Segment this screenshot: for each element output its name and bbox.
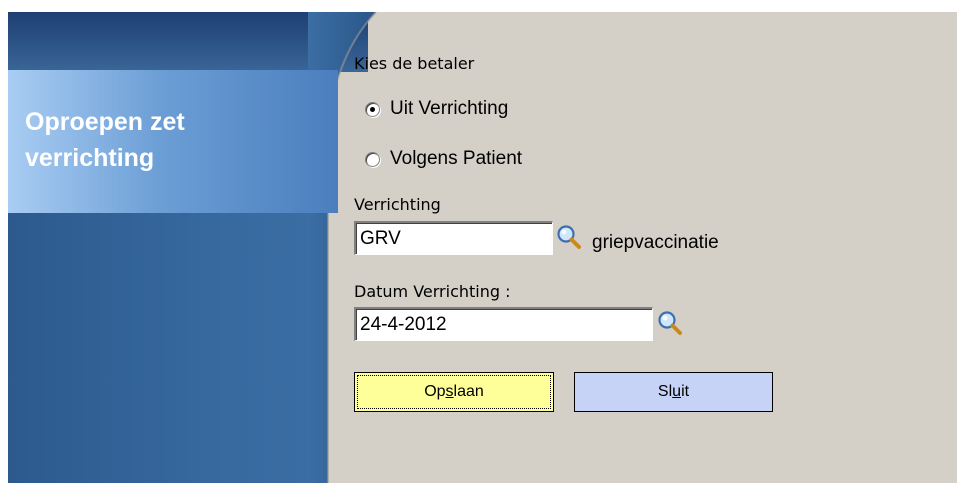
- radio-button[interactable]: [365, 151, 380, 167]
- datum-input[interactable]: 24-4-2012: [354, 307, 653, 341]
- save-button[interactable]: Op s laan: [354, 372, 554, 412]
- sidebar-title: Oproepen zet verrichting: [25, 108, 185, 172]
- close-button-label-start: Sl: [657, 383, 673, 400]
- payer-label: Kies de betaler: [354, 54, 475, 73]
- radio-uit-verrichting[interactable]: Uit Verrichting: [365, 98, 508, 120]
- magnifier-icon[interactable]: [657, 310, 683, 336]
- radio-label: Volgens Patient: [390, 148, 523, 169]
- verrichting-label: Verrichting: [354, 195, 441, 214]
- verrichting-description: griepvaccinatie: [592, 232, 719, 253]
- app-window: Oproepen zet verrichting Kies de betaler…: [8, 12, 957, 483]
- magnifier-icon[interactable]: [556, 224, 582, 250]
- radio-volgens-patient[interactable]: Volgens Patient: [365, 148, 522, 170]
- close-button[interactable]: Sl u it: [574, 372, 773, 412]
- datum-label: Datum Verrichting :: [354, 282, 511, 301]
- verrichting-input[interactable]: GRV: [354, 221, 553, 255]
- close-button-mnemonic: u: [672, 383, 682, 400]
- close-button-label-end: it: [681, 383, 690, 400]
- save-button-mnemonic: s: [445, 383, 454, 400]
- save-button-label-end: laan: [453, 383, 484, 400]
- save-button-label-start: Op: [424, 383, 446, 400]
- radio-label: Uit Verrichting: [390, 98, 509, 119]
- radio-button-checked[interactable]: [365, 101, 380, 117]
